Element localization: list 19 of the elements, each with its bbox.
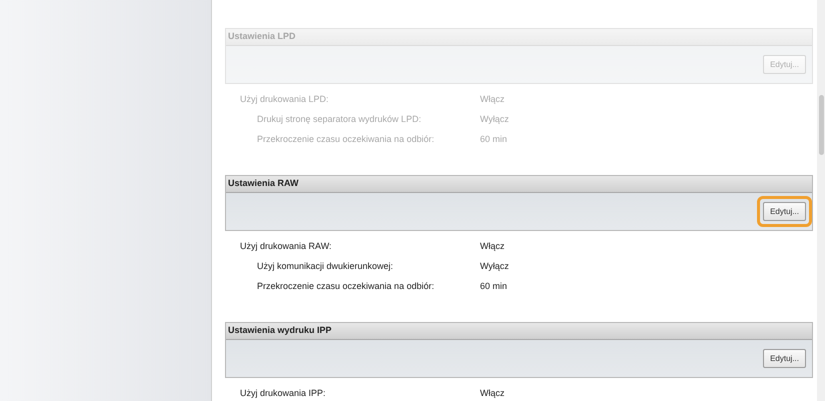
setting-value: Wyłącz: [480, 113, 509, 125]
section-title: Ustawienia wydruku IPP: [226, 323, 812, 340]
setting-label: Użyj drukowania LPD:: [240, 93, 330, 105]
setting-label: Użyj drukowania RAW:: [240, 240, 333, 252]
section-title: Ustawienia RAW: [226, 176, 812, 193]
edit-button[interactable]: Edytuj...: [757, 196, 812, 227]
setting-label: Przekroczenie czasu oczekiwania na odbiór:: [256, 133, 436, 145]
edit-button[interactable]: Edytuj...: [757, 343, 812, 374]
setting-value: Wyłącz: [480, 260, 509, 272]
setting-label: Drukuj stronę separatora wydruków LPD:: [256, 113, 422, 125]
setting-value: Włącz: [480, 387, 504, 399]
setting-label: Przekroczenie czasu oczekiwania na odbiór:: [256, 280, 436, 292]
section-title: Ustawienia LPD: [226, 29, 812, 46]
setting-label: Użyj drukowania IPP:: [240, 387, 327, 399]
setting-value: Włącz: [480, 93, 504, 105]
setting-value: Włącz: [480, 240, 504, 252]
setting-value: 60 min: [480, 133, 508, 145]
setting-label: Użyj komunikacji dwukierunkowej:: [256, 260, 394, 272]
setting-value: 60 min: [480, 280, 508, 292]
